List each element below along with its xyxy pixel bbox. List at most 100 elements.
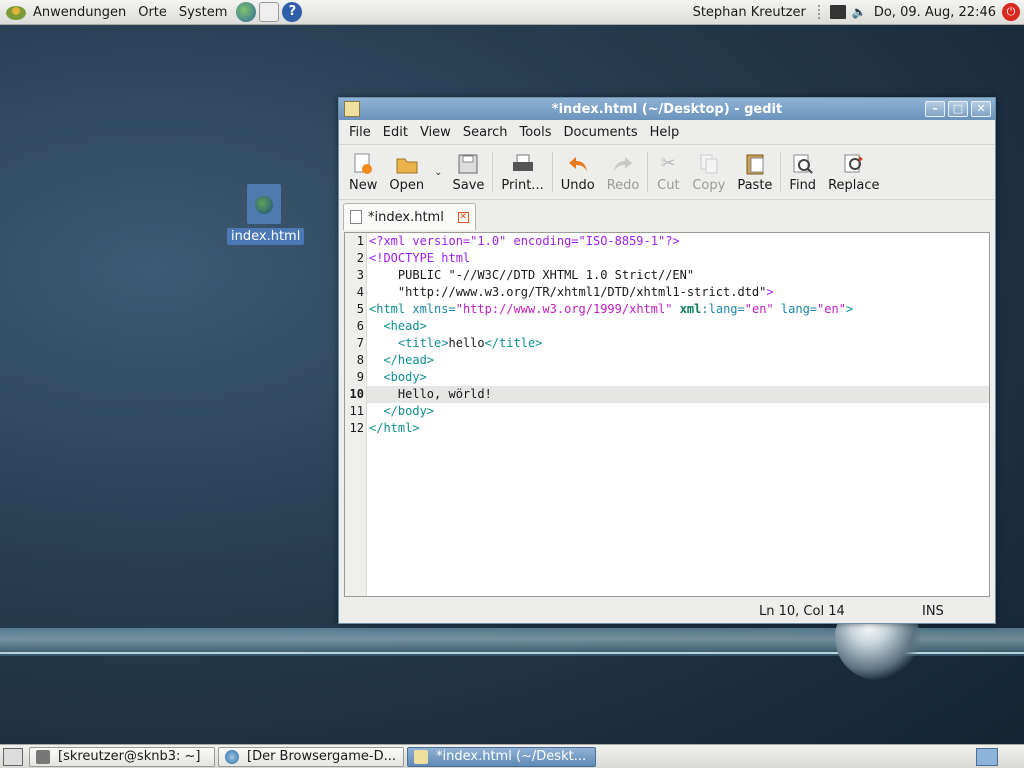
desktop-file-index-html[interactable]: index.html — [227, 184, 305, 245]
browser-icon — [225, 749, 239, 764]
print-button[interactable]: Print... — [495, 147, 549, 197]
code-token: </html> — [369, 421, 420, 435]
toolbar-separator — [551, 152, 553, 192]
line-number: 1 — [356, 234, 364, 248]
toolbar-separator — [647, 152, 649, 192]
new-document-icon — [351, 152, 375, 176]
task-gedit[interactable]: *index.html (~/Deskt... — [407, 746, 596, 767]
open-folder-icon — [395, 152, 419, 176]
user-name[interactable]: Stephan Kreutzer — [693, 5, 812, 20]
code-token: > — [845, 302, 854, 316]
menu-tools[interactable]: Tools — [513, 125, 557, 140]
distro-logo-icon[interactable] — [5, 3, 27, 21]
code-token: xmlns= — [412, 302, 456, 316]
places-menu[interactable]: Orte — [132, 0, 173, 25]
code-token: <!DOCTYPE html — [369, 251, 471, 265]
code-line[interactable]: PUBLIC "-//W3C//DTD XHTML 1.0 Strict//EN… — [367, 267, 989, 284]
text-editor[interactable]: 1 2 3 4 5 6 7 8 9 10 11 12 <?xml version… — [344, 232, 990, 597]
menu-help[interactable]: Help — [644, 125, 686, 140]
find-replace-icon — [842, 152, 866, 176]
document-tabs: *index.html ✕ — [339, 200, 995, 230]
code-line[interactable]: </body> — [367, 403, 989, 420]
open-label: Open — [389, 177, 425, 193]
code-line[interactable]: "http://www.w3.org/TR/xhtml1/DTD/xhtml1-… — [367, 284, 989, 301]
code-line[interactable]: <?xml version="1.0" encoding="ISO-8859-1… — [367, 233, 989, 250]
applications-menu[interactable]: Anwendungen — [27, 0, 132, 25]
gedit-app-icon[interactable] — [344, 101, 360, 117]
save-disk-icon — [456, 152, 480, 176]
code-line[interactable]: <body> — [367, 369, 989, 386]
tab-index-html[interactable]: *index.html ✕ — [343, 203, 476, 230]
undo-label: Undo — [560, 177, 595, 193]
line-number: 6 — [356, 319, 364, 333]
tab-label: *index.html — [368, 209, 444, 225]
find-magnifier-icon — [791, 152, 815, 176]
code-token: :lang= — [701, 302, 745, 316]
cut-button[interactable]: ✂ Cut — [650, 147, 686, 197]
open-button[interactable]: Open — [383, 147, 430, 197]
line-number: 11 — [349, 404, 364, 418]
code-token: </body> — [383, 404, 435, 418]
menu-documents[interactable]: Documents — [558, 125, 644, 140]
undo-button[interactable]: Undo — [555, 147, 601, 197]
task-browser[interactable]: [Der Browsergame-D... — [218, 746, 404, 767]
code-line[interactable]: <!DOCTYPE html — [367, 250, 989, 267]
menubar: File Edit View Search Tools Documents He… — [339, 120, 995, 145]
paste-button[interactable]: Paste — [731, 147, 778, 197]
window-titlebar[interactable]: *index.html (~/Desktop) - gedit – □ ✕ — [339, 98, 995, 120]
menu-file[interactable]: File — [343, 125, 377, 140]
print-label: Print... — [501, 177, 544, 193]
code-token: hello — [448, 336, 485, 350]
show-desktop-icon[interactable] — [3, 747, 23, 766]
minimize-button[interactable]: – — [925, 101, 945, 117]
close-button[interactable]: ✕ — [971, 101, 991, 117]
network-monitor-icon[interactable] — [829, 5, 846, 19]
tab-close-icon[interactable]: ✕ — [457, 211, 469, 223]
help-launcher-icon[interactable]: ? — [282, 2, 303, 22]
code-token: PUBLIC "-//W3C//DTD XHTML 1.0 Strict//EN… — [369, 268, 695, 282]
replace-button[interactable]: Replace — [822, 147, 885, 197]
menu-edit[interactable]: Edit — [377, 125, 414, 140]
power-icon[interactable]: ⏻ — [1002, 3, 1020, 21]
code-line[interactable]: <html xmlns="http://www.w3.org/1999/xhtm… — [367, 301, 989, 318]
maximize-button[interactable]: □ — [948, 101, 968, 117]
panel-tray: Stephan Kreutzer 🔈 Do, 09. Aug, 22:46 ⏻ — [693, 3, 1024, 21]
html-file-icon — [247, 184, 281, 224]
workspace-switcher[interactable] — [976, 747, 998, 766]
new-label: New — [349, 177, 378, 193]
code-line[interactable]: <head> — [367, 318, 989, 335]
code-line[interactable]: <title>hello</title> — [367, 335, 989, 352]
menu-search[interactable]: Search — [457, 125, 514, 140]
gedit-icon — [414, 749, 428, 764]
code-line[interactable]: </html> — [367, 420, 989, 437]
web-browser-launcher-icon[interactable] — [236, 2, 257, 22]
task-terminal[interactable]: [skreutzer@sknb3: ~] — [29, 746, 215, 767]
line-number: 4 — [356, 285, 364, 299]
code-line[interactable]: Hello, wörld! — [367, 386, 989, 403]
mail-launcher-icon[interactable] — [259, 2, 280, 22]
new-button[interactable]: New — [343, 147, 383, 197]
code-token: <body> — [383, 370, 427, 384]
line-number: 3 — [356, 268, 364, 282]
code-line[interactable]: </head> — [367, 352, 989, 369]
code-token: <title> — [397, 336, 449, 350]
code-token: <head> — [383, 319, 427, 333]
system-menu[interactable]: System — [173, 0, 233, 25]
bottom-panel: [skreutzer@sknb3: ~] [Der Browsergame-D.… — [0, 744, 1024, 768]
code-area[interactable]: <?xml version="1.0" encoding="ISO-8859-1… — [367, 233, 989, 596]
copy-button[interactable]: Copy — [686, 147, 731, 197]
code-token: "http://www.w3.org/TR/xhtml1/DTD/xhtml1-… — [369, 285, 767, 299]
menu-view[interactable]: View — [414, 125, 457, 140]
save-button[interactable]: Save — [446, 147, 490, 197]
clock[interactable]: Do, 09. Aug, 22:46 — [874, 5, 996, 20]
open-recent-dropdown-icon[interactable]: ⌄ — [430, 167, 446, 178]
copy-label: Copy — [692, 177, 726, 193]
line-number: 12 — [349, 421, 364, 435]
find-button[interactable]: Find — [783, 147, 822, 197]
volume-icon[interactable]: 🔈 — [852, 5, 868, 19]
undo-arrow-icon — [566, 152, 590, 176]
line-number: 5 — [356, 302, 364, 316]
redo-button[interactable]: Redo — [601, 147, 646, 197]
